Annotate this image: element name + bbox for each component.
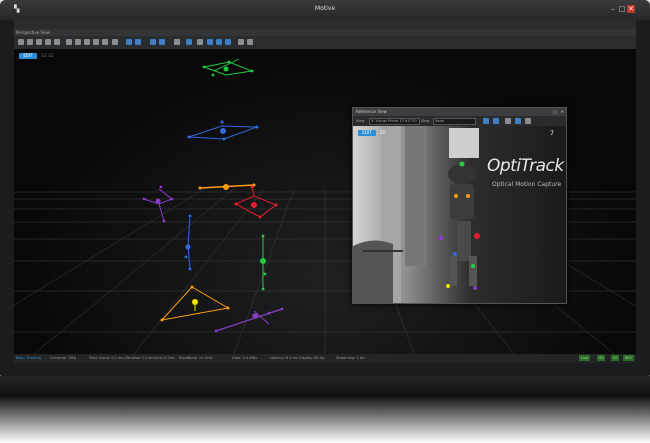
measure-icon[interactable] — [225, 39, 231, 45]
ref-overlay-icon[interactable] — [493, 118, 499, 124]
reference-view-toolbar: View 5: Virtual Prime 13 #1770 View None — [353, 116, 566, 126]
viewport-toolbar — [14, 36, 636, 49]
viewport-mode-tag[interactable]: 2D 3D — [41, 53, 54, 59]
status-streaming: Streaming: 2 fps — [336, 356, 365, 360]
rigidbody-view-icon[interactable] — [150, 39, 156, 45]
reference-mode-tag[interactable]: 2D — [380, 130, 386, 136]
skeleton-right-hand-red — [234, 185, 278, 219]
status-bar: Basic Tracking Cameras: 7/8w Point Cloud… — [14, 354, 636, 363]
live-indicator[interactable]: Live — [579, 355, 591, 361]
skeleton-head-green — [202, 58, 254, 77]
zoom-fit-icon[interactable] — [45, 39, 51, 45]
perspective-view-label: Perspective View — [14, 29, 636, 36]
title-bar: ▚ Motive – □ ✕ — [0, 0, 650, 20]
undo-icon[interactable] — [75, 39, 81, 45]
monitor-frame: ▚ Motive – □ ✕ File Edit View Layout Too… — [0, 0, 650, 376]
status-rigidbody: RigidBody: <1.0ms — [179, 356, 213, 360]
settings-icon[interactable] — [54, 39, 60, 45]
camera-icon[interactable] — [66, 39, 72, 45]
mode-3d-label[interactable]: 3D — [48, 53, 54, 58]
skeleton-chest-blue — [187, 120, 259, 141]
robot-photo — [353, 126, 545, 303]
status-counter-1: 00 — [597, 355, 606, 361]
status-display: Display: 60 fps — [299, 356, 325, 360]
viewport-edit-button[interactable]: EDIT — [19, 53, 37, 59]
visual-aid-icon[interactable] — [186, 39, 192, 45]
panel-close-icon[interactable]: ✕ — [561, 108, 564, 116]
zoom-in-icon[interactable] — [27, 39, 33, 45]
reference-edit-button[interactable]: EDIT — [358, 130, 376, 136]
reference-view-title: Reference View — [356, 109, 387, 114]
window-title: Motive — [314, 5, 336, 12]
view-2-select[interactable]: None — [433, 118, 476, 125]
status-cameras: Cameras: 7/8w — [50, 356, 77, 360]
rec-indicator[interactable]: REC — [623, 355, 635, 361]
layout-icon[interactable] — [238, 39, 244, 45]
status-latency: Latency: 8.4 ms — [270, 356, 298, 360]
ref-link-icon[interactable] — [505, 118, 511, 124]
monitor-reflection — [0, 376, 650, 443]
optitrack-tagline: Optical Motion Capture — [492, 181, 562, 188]
axis-icon[interactable] — [207, 39, 213, 45]
skeleton-left-leg-blue — [184, 214, 192, 271]
zoom-out-icon[interactable] — [36, 39, 42, 45]
label-icon[interactable] — [174, 39, 180, 45]
skeleton-right-foot-purple — [214, 307, 284, 333]
rotate-icon[interactable] — [102, 39, 108, 45]
skeleton-hip-orange — [198, 183, 256, 190]
optitrack-logo-text: OptiTrack — [487, 156, 564, 176]
status-mode: Basic Tracking — [16, 356, 41, 360]
pan-icon[interactable] — [93, 39, 99, 45]
select-tool-icon[interactable] — [18, 39, 24, 45]
ref-fit-icon[interactable] — [525, 118, 531, 124]
menu-bar: File Edit View Layout Tools Contextify H… — [14, 20, 636, 36]
options-icon[interactable] — [247, 39, 253, 45]
skeleton-right-leg-green — [260, 234, 267, 291]
bone-view-icon[interactable] — [159, 39, 165, 45]
reference-video-frame[interactable]: OptiTrack Optical Motion Capture EDIT 2D… — [353, 126, 566, 303]
trail-icon[interactable] — [216, 39, 222, 45]
eye-icon[interactable] — [197, 39, 203, 45]
marker-view-icon[interactable] — [126, 39, 132, 45]
status-point-cloud: Point Cloud: 0.0 ms (Residual 0.3 mm/tri… — [89, 356, 175, 360]
ref-marker-icon[interactable] — [483, 118, 489, 124]
status-data: Data: 0.4 KB/s — [232, 356, 258, 360]
redo-icon[interactable] — [84, 39, 90, 45]
minimize-button[interactable]: – — [609, 5, 617, 13]
undock-icon[interactable]: □ — [553, 108, 557, 116]
view-1-select[interactable]: 5: Virtual Prime 13 #1770 — [369, 118, 420, 125]
grid-icon[interactable] — [112, 39, 118, 45]
reference-view-title-bar: Reference View □ ✕ — [353, 108, 566, 116]
view-1-label: View — [356, 119, 365, 123]
close-button[interactable]: ✕ — [627, 5, 635, 13]
reference-view-panel[interactable]: Reference View □ ✕ View 5: Virtual Prime… — [352, 107, 567, 304]
ref-zoom-icon[interactable] — [515, 118, 521, 124]
reference-marker-count: 7 — [550, 130, 554, 137]
maximize-button[interactable]: □ — [618, 5, 626, 13]
skeleton-view-icon[interactable] — [135, 39, 141, 45]
mode-2d-label[interactable]: 2D — [41, 53, 47, 58]
status-counter-2: 00 — [611, 355, 620, 361]
view-2-label: View — [421, 119, 430, 123]
